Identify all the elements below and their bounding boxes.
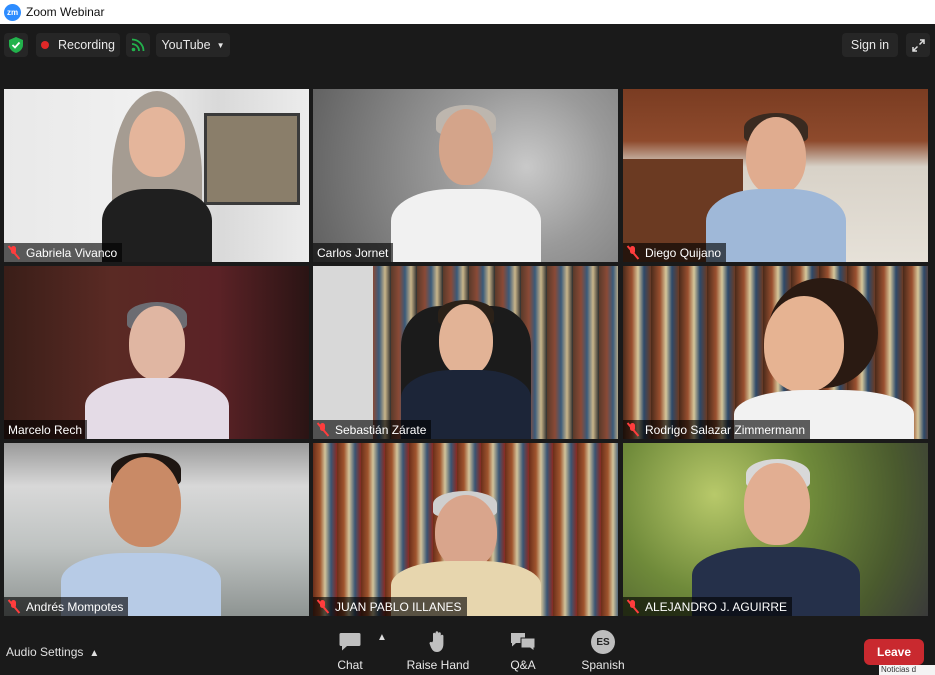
recording-indicator[interactable]: Recording <box>36 33 120 57</box>
participant-name: Diego Quijano <box>645 245 722 260</box>
participant-name: Rodrigo Salazar Zimmermann <box>645 422 806 437</box>
stream-destination-dropdown[interactable]: YouTube ▼ <box>156 33 230 57</box>
video-tile[interactable]: ALEJANDRO J. AGUIRRE <box>623 443 928 616</box>
participant-name-bar: Andrés Mompotes <box>4 597 129 616</box>
language-badge-icon: ES <box>591 630 615 654</box>
live-stream-icon <box>131 38 145 52</box>
shield-check-icon <box>9 37 23 53</box>
participant-name: JUAN PABLO ILLANES <box>335 599 462 614</box>
muted-mic-icon <box>316 599 330 614</box>
window-title: Zoom Webinar <box>26 5 105 19</box>
sign-in-button[interactable]: Sign in <box>842 33 898 57</box>
chat-options-caret[interactable]: ▲ <box>377 632 387 643</box>
chat-bubble-icon <box>339 630 361 654</box>
chevron-down-icon: ▼ <box>216 40 225 50</box>
video-tile[interactable]: Rodrigo Salazar Zimmermann <box>623 266 928 439</box>
leave-button[interactable]: Leave <box>864 639 924 665</box>
participant-name-bar: Carlos Jornet <box>313 243 394 262</box>
raise-hand-button[interactable]: Raise Hand <box>406 630 470 674</box>
video-tile[interactable]: Marcelo Rech <box>4 266 309 439</box>
top-toolbar: Recording YouTube ▼ Sign in <box>0 24 935 86</box>
language-label: Spanish <box>581 658 625 672</box>
qa-button[interactable]: Q&A <box>491 630 555 674</box>
video-tile[interactable]: Sebastián Zárate <box>313 266 618 439</box>
expand-icon <box>911 38 925 52</box>
live-stream-button[interactable] <box>126 33 150 57</box>
muted-mic-icon <box>626 422 640 437</box>
tooltip: Noticias d <box>879 665 935 675</box>
participant-name: Marcelo Rech <box>8 422 83 437</box>
security-shield-button[interactable] <box>4 33 28 57</box>
window-titlebar: zm Zoom Webinar <box>0 0 935 24</box>
participant-figure <box>77 266 237 439</box>
qa-label: Q&A <box>510 658 536 672</box>
interpretation-language-button[interactable]: ES Spanish <box>571 630 635 674</box>
chevron-up-icon: ▲ <box>89 648 100 659</box>
participant-figure <box>51 443 231 616</box>
participant-name: Gabriela Vivanco <box>26 245 118 260</box>
fullscreen-button[interactable] <box>906 33 930 57</box>
participant-figure <box>381 443 551 616</box>
participant-name-bar: Marcelo Rech <box>4 420 88 439</box>
muted-mic-icon <box>316 422 330 437</box>
participant-name-bar: Diego Quijano <box>623 243 727 262</box>
recording-dot-icon <box>41 41 49 49</box>
raise-hand-label: Raise Hand <box>406 658 470 672</box>
participant-name-bar: JUAN PABLO ILLANES <box>313 597 467 616</box>
bottom-toolbar: Audio Settings ▲ Chat ▲ Raise Hand Q&A ES… <box>0 620 935 675</box>
zoom-logo: zm <box>4 3 21 21</box>
participant-name-bar: Sebastián Zárate <box>313 420 432 439</box>
hand-icon <box>429 630 447 654</box>
participant-figure <box>381 266 551 439</box>
participant-name: Sebastián Zárate <box>335 422 427 437</box>
video-tile[interactable]: Andrés Mompotes <box>4 443 309 616</box>
video-tile[interactable]: Gabriela Vivanco <box>4 89 309 262</box>
participant-figure <box>82 89 232 262</box>
muted-mic-icon <box>626 599 640 614</box>
participant-name-bar: ALEJANDRO J. AGUIRRE <box>623 597 793 616</box>
audio-settings-button[interactable]: Audio Settings ▲ <box>6 645 99 659</box>
participant-figure <box>381 89 551 262</box>
muted-mic-icon <box>626 245 640 260</box>
participant-figure <box>686 443 866 616</box>
recording-label: Recording <box>58 38 115 52</box>
whiteboard <box>313 266 373 439</box>
participant-figure <box>696 89 856 262</box>
chat-button[interactable]: Chat <box>318 630 382 674</box>
muted-mic-icon <box>7 599 21 614</box>
participant-name: ALEJANDRO J. AGUIRRE <box>645 599 788 614</box>
participant-figure <box>734 266 915 439</box>
participant-name-bar: Rodrigo Salazar Zimmermann <box>623 420 811 439</box>
participant-name: Andrés Mompotes <box>26 599 124 614</box>
video-tile-active-speaker[interactable]: Carlos Jornet <box>313 89 618 262</box>
muted-mic-icon <box>7 245 21 260</box>
stream-destination-label: YouTube <box>161 38 211 52</box>
participant-name-bar: Gabriela Vivanco <box>4 243 123 262</box>
video-tile[interactable]: Diego Quijano <box>623 89 928 262</box>
participant-name: Carlos Jornet <box>317 245 389 260</box>
video-tile[interactable]: JUAN PABLO ILLANES <box>313 443 618 616</box>
chat-label: Chat <box>337 658 363 672</box>
qa-bubbles-icon <box>510 630 536 654</box>
audio-settings-label: Audio Settings <box>6 645 84 659</box>
